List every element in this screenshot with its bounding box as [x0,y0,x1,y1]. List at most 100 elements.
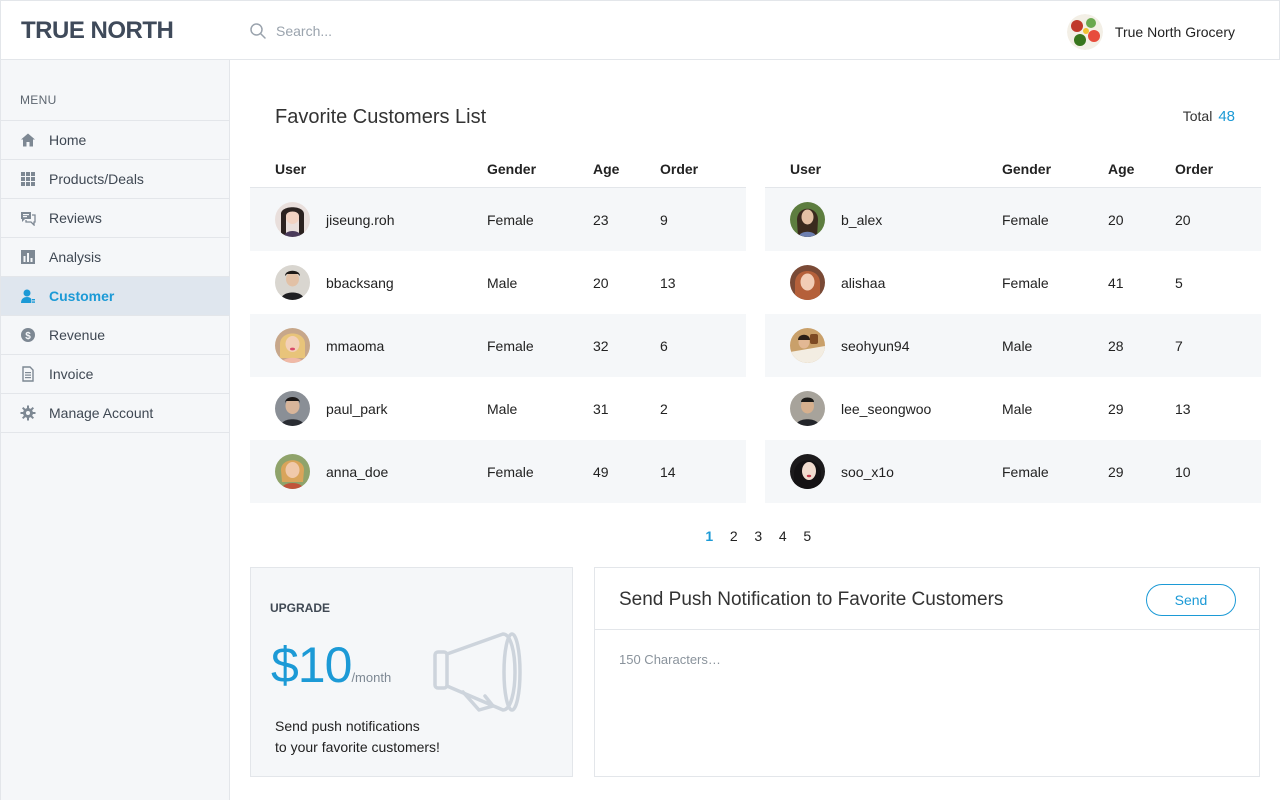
user-name[interactable]: anna_doe [326,464,388,480]
table-row[interactable]: paul_park Male 31 2 [250,377,746,440]
notification-message-input[interactable] [619,652,1237,762]
order-cell: 6 [660,337,668,354]
price-amount: $10 [271,637,352,693]
order-cell: 13 [660,274,676,291]
user-name[interactable]: bbacksang [326,275,394,291]
sidebar-item-label: Reviews [49,210,102,226]
column-header-order[interactable]: Order [1175,161,1255,177]
user-name[interactable]: lee_seongwoo [841,401,931,417]
page-1-link[interactable]: 1 [697,528,722,544]
sidebar-item-invoice[interactable]: Invoice [1,355,230,394]
table-row[interactable]: lee_seongwoo Male 29 13 [765,377,1261,440]
age-cell: 32 [593,337,609,354]
user-avatar[interactable] [275,265,310,300]
order-cell: 7 [1175,337,1183,354]
user-avatar[interactable] [275,391,310,426]
search-bar[interactable] [249,19,649,43]
gender-cell: Male [1002,400,1033,417]
gender-cell: Female [1002,463,1049,480]
page-title: Favorite Customers List [275,106,487,128]
user-name[interactable]: mmaoma [326,338,384,354]
sidebar-item-reviews[interactable]: Reviews [1,199,230,238]
user-avatar[interactable] [275,454,310,489]
top-bar: TRUE NORTH True North Grocery [0,0,1280,60]
age-cell: 49 [593,463,609,480]
order-cell: 14 [660,463,676,480]
page-4-link[interactable]: 4 [771,528,796,544]
table-row[interactable]: jiseung.roh Female 23 9 [250,188,746,251]
gender-cell: Female [1002,211,1049,228]
sidebar-item-customer[interactable]: Customer [1,277,230,316]
dollar-icon: $ [20,327,36,343]
user-name[interactable]: seohyun94 [841,338,910,354]
upgrade-description: Send push notifications to your favorite… [275,716,440,758]
user-name[interactable]: jiseung.roh [326,212,395,228]
gender-cell: Male [487,400,518,417]
user-avatar[interactable] [790,328,825,363]
sidebar-item-label: Invoice [49,366,94,382]
sidebar-item-manage-account[interactable]: Manage Account [1,394,230,433]
sidebar-item-products-deals[interactable]: Products/Deals [1,160,230,199]
table-row[interactable]: bbacksang Male 20 13 [250,251,746,314]
upgrade-card[interactable]: UPGRADE $10/month Send push notification… [250,567,573,777]
user-name[interactable]: paul_park [326,401,388,417]
page-2-link[interactable]: 2 [722,528,747,544]
column-header-age[interactable]: Age [1108,161,1175,177]
user-name[interactable]: soo_x1o [841,464,894,480]
user-name[interactable]: alishaa [841,275,885,291]
user-avatar[interactable] [790,265,825,300]
order-cell: 5 [1175,274,1183,291]
app-logo[interactable]: TRUE NORTH [21,17,174,45]
user-avatar[interactable] [275,328,310,363]
age-cell: 20 [593,274,609,291]
user-avatar[interactable] [790,454,825,489]
column-header-user[interactable]: User [250,161,487,177]
table-row[interactable]: mmaoma Female 32 6 [250,314,746,377]
upgrade-line-1: Send push notifications [275,718,420,734]
page-3-link[interactable]: 3 [746,528,771,544]
age-cell: 20 [1108,211,1124,228]
user-avatar[interactable] [275,202,310,237]
age-cell: 23 [593,211,609,228]
home-icon [20,132,36,148]
order-cell: 2 [660,400,668,417]
column-header-user[interactable]: User [765,161,1002,177]
user-avatar[interactable] [790,391,825,426]
account-avatar[interactable] [1066,14,1103,50]
account-menu[interactable]: True North Grocery [1066,14,1235,50]
age-cell: 28 [1108,337,1124,354]
search-input[interactable] [276,19,636,43]
pagination: 1 2 3 4 5 [697,528,820,544]
sidebar-item-label: Customer [49,288,115,304]
age-cell: 41 [1108,274,1124,291]
column-header-order[interactable]: Order [660,161,740,177]
user-icon [20,288,36,304]
send-button[interactable]: Send [1146,584,1236,616]
account-name: True North Grocery [1114,24,1235,40]
table-row[interactable]: soo_x1o Female 29 10 [765,440,1261,503]
user-avatar[interactable] [790,202,825,237]
page-5-link[interactable]: 5 [795,528,820,544]
user-name[interactable]: b_alex [841,212,882,228]
search-icon [250,23,266,39]
sidebar-item-analysis[interactable]: Analysis [1,238,230,277]
sidebar-item-revenue[interactable]: $ Revenue [1,316,230,355]
push-notification-card: Send Push Notification to Favorite Custo… [594,567,1260,777]
sidebar-item-label: Manage Account [49,405,154,421]
sidebar-item-label: Analysis [49,249,102,265]
sidebar-item-home[interactable]: Home [1,121,230,160]
table-header: User Gender Age Order [765,150,1261,188]
column-header-gender[interactable]: Gender [1002,161,1108,177]
upgrade-price: $10/month [271,636,391,694]
table-row[interactable]: alishaa Female 41 5 [765,251,1261,314]
bar-chart-icon [20,249,36,265]
table-row[interactable]: seohyun94 Male 28 7 [765,314,1261,377]
grid-icon [20,171,36,187]
column-header-age[interactable]: Age [593,161,660,177]
total-count: Total 48 [1183,108,1235,125]
upgrade-line-2: to your favorite customers! [275,739,440,755]
table-row[interactable]: b_alex Female 20 20 [765,188,1261,251]
table-row[interactable]: anna_doe Female 49 14 [250,440,746,503]
column-header-gender[interactable]: Gender [487,161,593,177]
sidebar: MENU Home Products/Deals Reviews Analysi… [0,60,230,800]
